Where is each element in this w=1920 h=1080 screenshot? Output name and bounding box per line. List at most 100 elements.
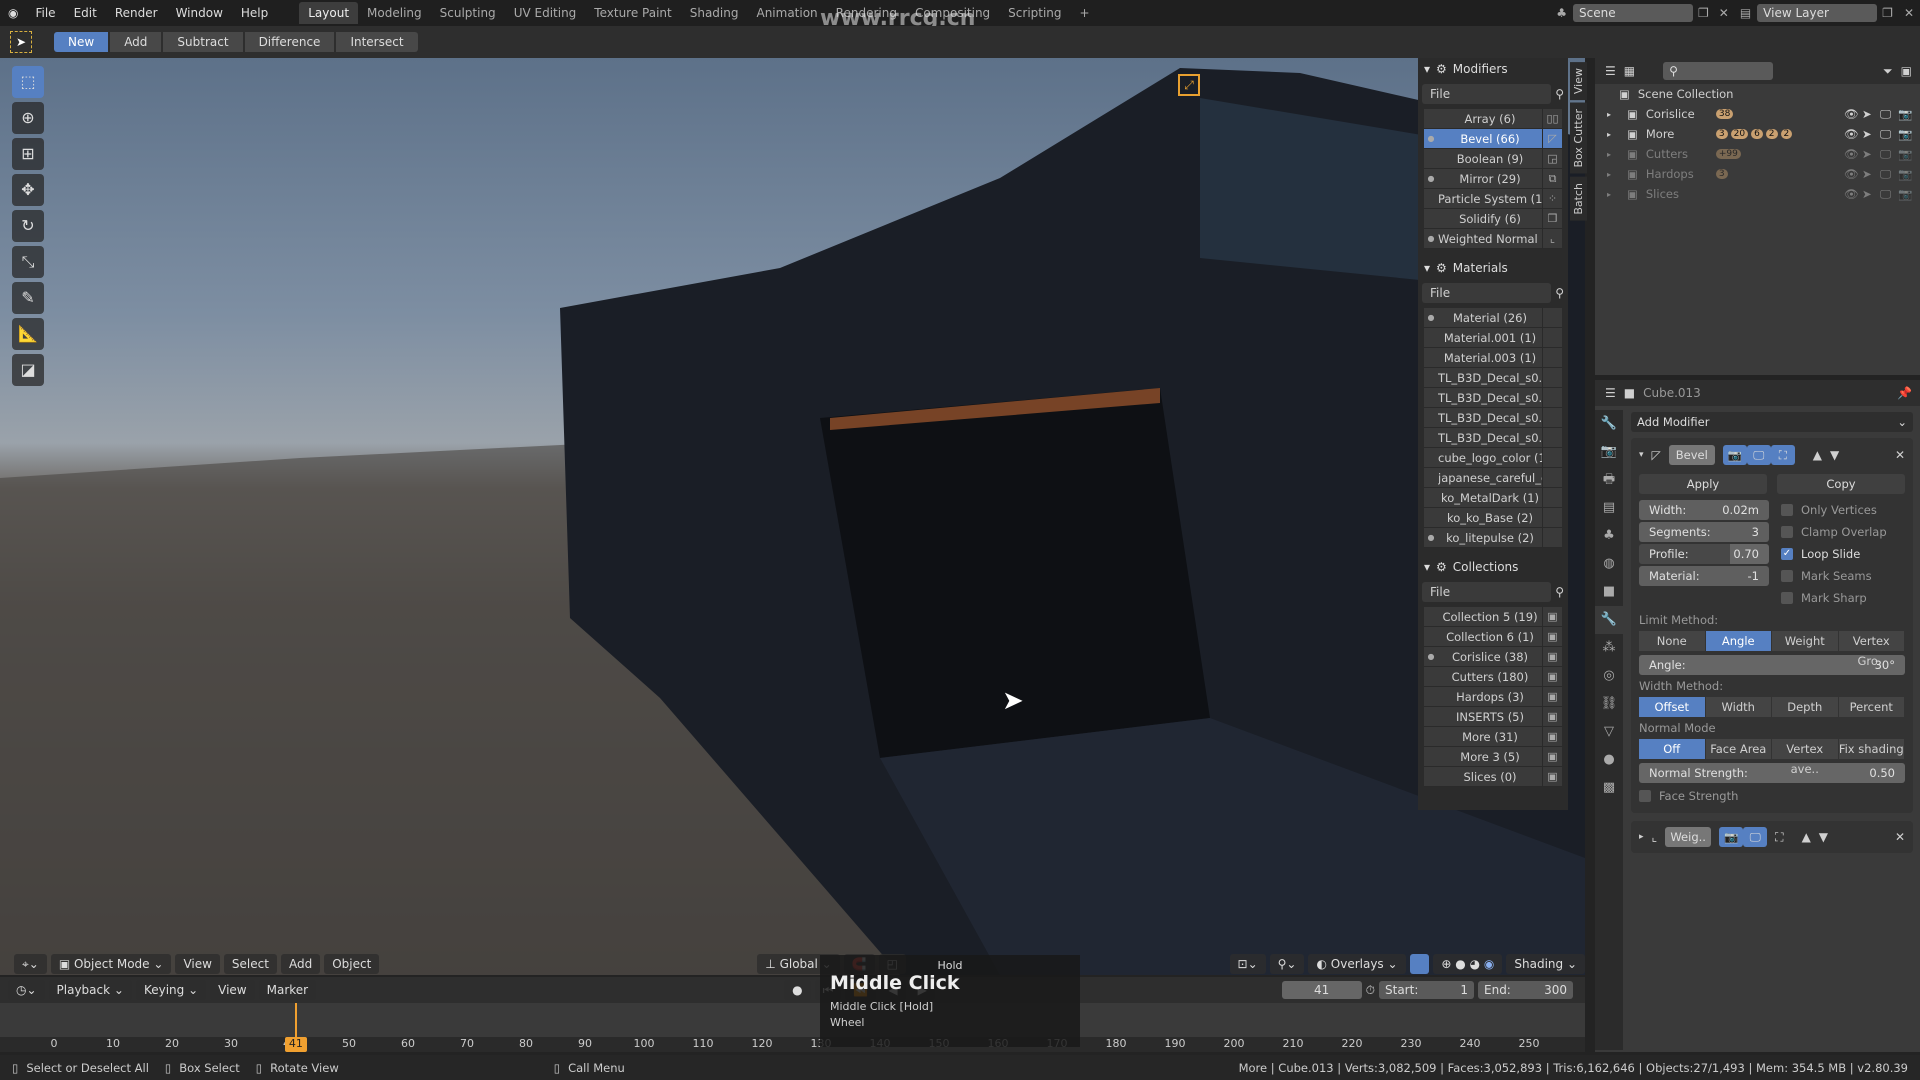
copy-button[interactable]: Copy: [1777, 474, 1905, 494]
render-disable-icon[interactable]: 📷: [1898, 187, 1920, 201]
wireframe-icon[interactable]: ⊕: [1441, 957, 1451, 971]
list-item[interactable]: Array (6) ▯▯: [1424, 108, 1562, 129]
limit-method-option[interactable]: Vertex Gro..: [1838, 631, 1905, 668]
materials-panel-header[interactable]: ▾ ⚙ Materials: [1418, 257, 1568, 279]
mode-add-button[interactable]: Add: [110, 32, 162, 52]
list-item[interactable]: Solidify (6) ❒: [1424, 208, 1562, 229]
gizmo-icon[interactable]: ⚲⌄: [1269, 954, 1305, 974]
record-icon[interactable]: ●: [784, 980, 811, 1000]
normal-mode-option[interactable]: Vertex ave..: [1772, 739, 1839, 776]
outliner-row[interactable]: ▸ ▣ Slices 👁 ➤ 🖵 📷: [1595, 184, 1920, 204]
modifier-name-field[interactable]: Bevel: [1668, 445, 1715, 465]
selectable-icon[interactable]: ➤: [1862, 127, 1880, 141]
expand-arrow-icon[interactable]: ▸: [1607, 110, 1619, 119]
delete-view-layer-icon[interactable]: ✕: [1898, 6, 1920, 20]
collection-icon[interactable]: ▣: [1542, 706, 1562, 727]
add-cube-icon[interactable]: ◪: [12, 354, 44, 386]
mirror-icon[interactable]: ⧉: [1542, 168, 1562, 189]
overlays-dropdown[interactable]: ◐ Overlays ⌄: [1308, 954, 1406, 974]
move-all-icon[interactable]: ⊞: [12, 138, 44, 170]
material-tab-icon[interactable]: ●: [1595, 746, 1623, 774]
viewport-disable-icon[interactable]: 🖵: [1880, 107, 1898, 122]
menu-help[interactable]: Help: [232, 6, 277, 20]
output-tab-icon[interactable]: 🖶: [1595, 466, 1623, 494]
pin-icon[interactable]: 📌: [1897, 386, 1920, 400]
tab-modeling[interactable]: Modeling: [358, 2, 431, 24]
width-method-option[interactable]: Offset: [1639, 697, 1706, 717]
list-item[interactable]: ● Mirror (29) ⧉: [1424, 168, 1562, 189]
tab-texture-paint[interactable]: Texture Paint: [585, 2, 680, 24]
editmode-toggle-icon[interactable]: ⛶: [1770, 445, 1795, 465]
list-item[interactable]: ko_MetalDark (1): [1424, 487, 1562, 508]
menu-object[interactable]: Object: [324, 954, 380, 974]
material-icon[interactable]: [1542, 427, 1562, 448]
view-layer-icon[interactable]: ▤: [1734, 6, 1757, 20]
bevel-field[interactable]: Material: -1: [1639, 566, 1769, 586]
list-item[interactable]: Hardops (3) ▣: [1424, 686, 1562, 707]
list-item[interactable]: ● Bevel (66) ◸: [1424, 128, 1562, 149]
list-item[interactable]: More 3 (5) ▣: [1424, 746, 1562, 767]
add-modifier-dropdown[interactable]: Add Modifier ⌄: [1631, 412, 1913, 432]
editmode-toggle-icon[interactable]: ⛶: [1775, 830, 1783, 845]
selectable-icon[interactable]: ➤: [1862, 107, 1880, 121]
outliner-row[interactable]: ▸ ▣ More 3 20 6 2 2 👁 ➤ 🖵 📷: [1595, 124, 1920, 144]
visibility-eye-icon[interactable]: 👁: [1844, 167, 1862, 181]
selectable-icon[interactable]: ➤: [1862, 187, 1880, 201]
material-icon[interactable]: [1542, 527, 1562, 548]
list-item[interactable]: Cutters (180) ▣: [1424, 666, 1562, 687]
shading-dropdown[interactable]: Shading ⌄: [1506, 954, 1585, 974]
physics-tab-icon[interactable]: ◎: [1595, 662, 1623, 690]
3d-viewport[interactable]: ⤢ ➤: [0, 58, 1585, 975]
start-frame-field[interactable]: Start: 1: [1379, 981, 1474, 999]
bevel-option-checkbox[interactable]: Mark Seams: [1781, 565, 1905, 587]
bevel-option-checkbox[interactable]: Only Vertices: [1781, 499, 1905, 521]
render-disable-icon[interactable]: 📷: [1898, 147, 1920, 161]
cursor-icon[interactable]: ⊕: [12, 102, 44, 134]
menu-edit[interactable]: Edit: [65, 6, 106, 20]
search-icon[interactable]: ⚲: [1555, 585, 1564, 599]
editor-type-icon[interactable]: ⌖⌄: [14, 954, 47, 974]
list-item[interactable]: ● Material (26): [1424, 307, 1562, 328]
visibility-eye-icon[interactable]: 👁: [1844, 147, 1862, 161]
new-scene-icon[interactable]: ❐: [1693, 6, 1714, 20]
list-item[interactable]: ● Corislice (38) ▣: [1424, 646, 1562, 667]
viewport-disable-icon[interactable]: 🖵: [1880, 147, 1898, 162]
collections-panel-header[interactable]: ▾ ⚙ Collections: [1418, 556, 1568, 578]
frame-ruler[interactable]: 0102030405060708090100110120130140150160…: [0, 1037, 1585, 1052]
render-tab-icon[interactable]: 📷: [1595, 438, 1623, 466]
bevel-icon[interactable]: ◸: [1542, 128, 1562, 149]
apply-button[interactable]: Apply: [1639, 474, 1767, 494]
annotate-icon[interactable]: ✎: [12, 282, 44, 314]
list-item[interactable]: ●Weighted Normal (...⌞: [1424, 228, 1562, 249]
blender-logo-icon[interactable]: ◉: [0, 6, 26, 20]
mode-intersect-button[interactable]: Intersect: [336, 32, 418, 52]
list-item[interactable]: Boolean (9) ◲: [1424, 148, 1562, 169]
list-item[interactable]: Collection 6 (1) ▣: [1424, 626, 1562, 647]
editor-type-icon[interactable]: ☰: [1605, 64, 1616, 78]
list-item[interactable]: Particle System (1) ⁘: [1424, 188, 1562, 209]
menu-keying[interactable]: Keying ⌄: [135, 980, 207, 1000]
xray-toggle-icon[interactable]: [1409, 954, 1430, 974]
selectable-icon[interactable]: ➤: [1862, 167, 1880, 181]
tab-scripting[interactable]: Scripting: [999, 2, 1070, 24]
tool-tab-icon[interactable]: 🔧: [1595, 410, 1623, 438]
tab-box-cutter[interactable]: Box Cutter: [1570, 103, 1587, 174]
expand-arrow-icon[interactable]: ▸: [1607, 130, 1619, 139]
modifier-name-field[interactable]: Weig..: [1665, 827, 1712, 847]
tab-view[interactable]: View: [1570, 62, 1587, 101]
bevel-option-checkbox[interactable]: ✓ Loop Slide: [1781, 543, 1905, 565]
visibility-eye-icon[interactable]: 👁: [1844, 107, 1862, 121]
add-workspace-button[interactable]: +: [1071, 2, 1099, 24]
list-item[interactable]: Material.003 (1): [1424, 347, 1562, 368]
bevel-field[interactable]: Width: 0.02m: [1639, 500, 1769, 520]
material-icon[interactable]: [1542, 487, 1562, 508]
move-up-icon[interactable]: ▲: [1802, 830, 1811, 844]
menu-marker[interactable]: Marker: [258, 980, 317, 1000]
rotate-icon[interactable]: ↻: [12, 210, 44, 242]
menu-playback[interactable]: Playback ⌄: [48, 980, 132, 1000]
bevel-field[interactable]: Profile: 0.70: [1639, 544, 1769, 564]
select-tool-icon[interactable]: ➤: [10, 31, 32, 53]
material-icon[interactable]: [1542, 367, 1562, 388]
world-tab-icon[interactable]: ◍: [1595, 550, 1623, 578]
visibility-icon[interactable]: ⊡⌄: [1229, 954, 1266, 974]
